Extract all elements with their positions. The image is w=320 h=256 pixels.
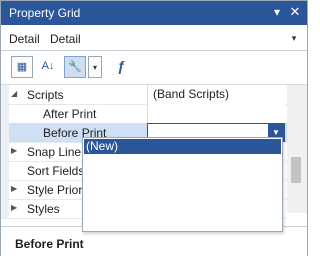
collapse-icon[interactable]: ◢ <box>11 88 21 100</box>
row-gutter <box>1 123 9 142</box>
categorized-view-button[interactable]: ▦ <box>11 56 33 78</box>
close-icon[interactable]: ✕ <box>288 4 302 20</box>
row-gutter <box>1 142 9 161</box>
property-label: Style Priorit <box>27 183 89 197</box>
row-gutter <box>1 199 9 218</box>
property-row-after-print[interactable]: After Print <box>1 104 287 124</box>
value-dropdown-list[interactable]: (New) <box>82 137 283 232</box>
expand-icon[interactable]: ▶ <box>11 145 21 157</box>
sort-alpha-icon: A↓ <box>41 60 55 72</box>
selected-object-type: Detail <box>50 32 81 46</box>
row-gutter <box>1 85 9 104</box>
vertical-scrollbar[interactable] <box>287 85 307 213</box>
row-gutter <box>1 104 9 123</box>
property-value[interactable] <box>147 104 285 123</box>
categorized-icon: ▦ <box>16 61 28 73</box>
title-bar: Property Grid ▾ ✕ <box>1 1 307 25</box>
dropdown-item-new[interactable]: (New) <box>84 139 281 154</box>
scrollbar-thumb[interactable] <box>291 157 301 183</box>
chevron-down-icon: ▾ <box>92 63 97 72</box>
wrench-icon: 🔧 <box>68 61 82 73</box>
description-title: Before Print <box>15 237 84 251</box>
expand-icon[interactable]: ▶ <box>11 183 21 195</box>
property-label: Sort Fields <box>27 164 85 178</box>
object-selector[interactable]: Detail Detail ▾ <box>1 26 307 51</box>
toolbar-menu-button[interactable]: ▾ <box>88 56 102 78</box>
row-gutter <box>1 180 9 199</box>
properties-tab-button[interactable]: 🔧 <box>64 56 86 78</box>
property-value[interactable]: (Band Scripts) <box>147 85 285 104</box>
panel-title: Property Grid <box>9 6 81 20</box>
row-gutter <box>1 161 9 180</box>
selected-object-name: Detail <box>9 32 40 46</box>
alphabetical-sort-button[interactable]: A↓ <box>37 56 59 78</box>
property-label: Scripts <box>27 88 64 102</box>
property-label: After Print <box>43 107 97 121</box>
events-tab-button[interactable]: ƒ <box>110 56 132 78</box>
property-row-scripts[interactable]: ◢ Scripts (Band Scripts) <box>1 85 287 105</box>
expand-icon[interactable]: ▶ <box>11 202 21 214</box>
function-icon: ƒ <box>117 58 125 74</box>
chevron-down-icon[interactable]: ▾ <box>288 32 300 44</box>
pin-dropdown-icon[interactable]: ▾ <box>270 4 284 20</box>
toolbar: ▦ A↓ 🔧 ▾ ƒ <box>1 52 307 85</box>
property-label: Styles <box>27 202 60 216</box>
